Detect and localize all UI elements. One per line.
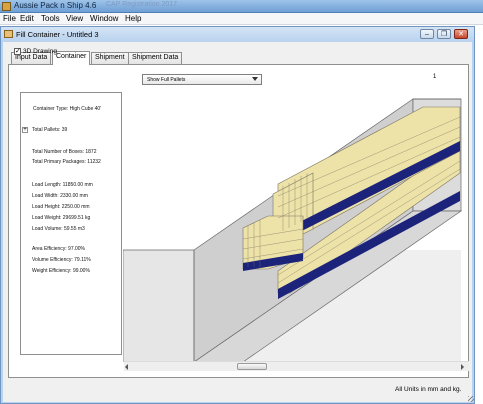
horizontal-scrollbar[interactable] bbox=[124, 361, 469, 371]
scroll-right-icon[interactable] bbox=[461, 364, 464, 370]
view-mode-select[interactable]: Show Full Pallets bbox=[142, 74, 262, 85]
close-button[interactable]: ✕ bbox=[454, 29, 468, 39]
tab-shipment-data[interactable]: Shipment Data bbox=[128, 52, 183, 64]
resize-grip-icon[interactable] bbox=[468, 396, 474, 402]
minimize-icon: – bbox=[425, 30, 429, 38]
close-icon: ✕ bbox=[458, 31, 464, 38]
volume-efficiency-text: Volume Efficiency: 79.11% bbox=[32, 257, 91, 263]
restore-button[interactable]: ❐ bbox=[437, 29, 451, 39]
3d-drawing-label: 3D Drawing bbox=[23, 48, 57, 55]
app-title-ghost-text: CAP Registration 2017 bbox=[106, 1, 178, 8]
total-pallets-text: Total Pallets: 39 bbox=[32, 127, 68, 133]
menu-window[interactable]: Window bbox=[90, 14, 118, 23]
menu-bar: File Edit Tools View Window Help bbox=[0, 13, 483, 25]
3d-drawing-checkbox[interactable]: ✓ bbox=[14, 48, 21, 55]
restore-icon: ❐ bbox=[440, 31, 448, 38]
load-width-text: Load Width: 2330.00 mm bbox=[32, 193, 88, 199]
child-title-bar: Fill Container - Untitled 3 – ❐ ✕ bbox=[1, 27, 474, 42]
weight-efficiency-text: Weight Efficiency: 99.00% bbox=[32, 268, 90, 274]
expand-plus-icon[interactable]: + bbox=[22, 127, 28, 133]
container-type-text: Container Type: High Cube 40' bbox=[33, 106, 102, 112]
load-height-text: Load Height: 2250.00 mm bbox=[32, 204, 90, 210]
scroll-thumb[interactable] bbox=[237, 363, 267, 370]
container-3d-view[interactable] bbox=[123, 91, 469, 362]
menu-view[interactable]: View bbox=[66, 14, 83, 23]
minimize-button[interactable]: – bbox=[420, 29, 434, 39]
total-boxes-text: Total Number of Boxes: 1872 bbox=[32, 149, 97, 155]
app-title-bar: Aussie Pack n Ship 4.6 CAP Registration … bbox=[0, 0, 483, 13]
tab-container[interactable]: Container bbox=[52, 51, 91, 65]
menu-file[interactable]: File bbox=[3, 14, 16, 23]
app-icon bbox=[2, 2, 11, 11]
load-volume-text: Load Volume: 59.55 m3 bbox=[32, 226, 85, 232]
units-note: All Units in mm and kg. bbox=[395, 386, 462, 393]
child-window-title: Fill Container - Untitled 3 bbox=[16, 30, 99, 39]
menu-help[interactable]: Help bbox=[125, 14, 141, 23]
total-primary-text: Total Primary Packages: 11232 bbox=[32, 159, 101, 165]
area-efficiency-text: Area Efficiency: 97.00% bbox=[32, 246, 85, 252]
scroll-left-icon[interactable] bbox=[125, 364, 128, 370]
load-length-text: Load Length: 11850.00 mm bbox=[32, 182, 93, 188]
menu-edit[interactable]: Edit bbox=[20, 14, 34, 23]
app-title: Aussie Pack n Ship 4.6 bbox=[14, 1, 97, 10]
load-weight-text: Load Weight: 29699.51 kg bbox=[32, 215, 91, 221]
window-icon bbox=[4, 30, 13, 38]
tab-shipment[interactable]: Shipment bbox=[91, 52, 129, 64]
page-number: 1 bbox=[433, 74, 437, 80]
check-icon: ✓ bbox=[15, 48, 21, 55]
chevron-down-icon[interactable] bbox=[252, 77, 258, 81]
menu-tools[interactable]: Tools bbox=[41, 14, 60, 23]
